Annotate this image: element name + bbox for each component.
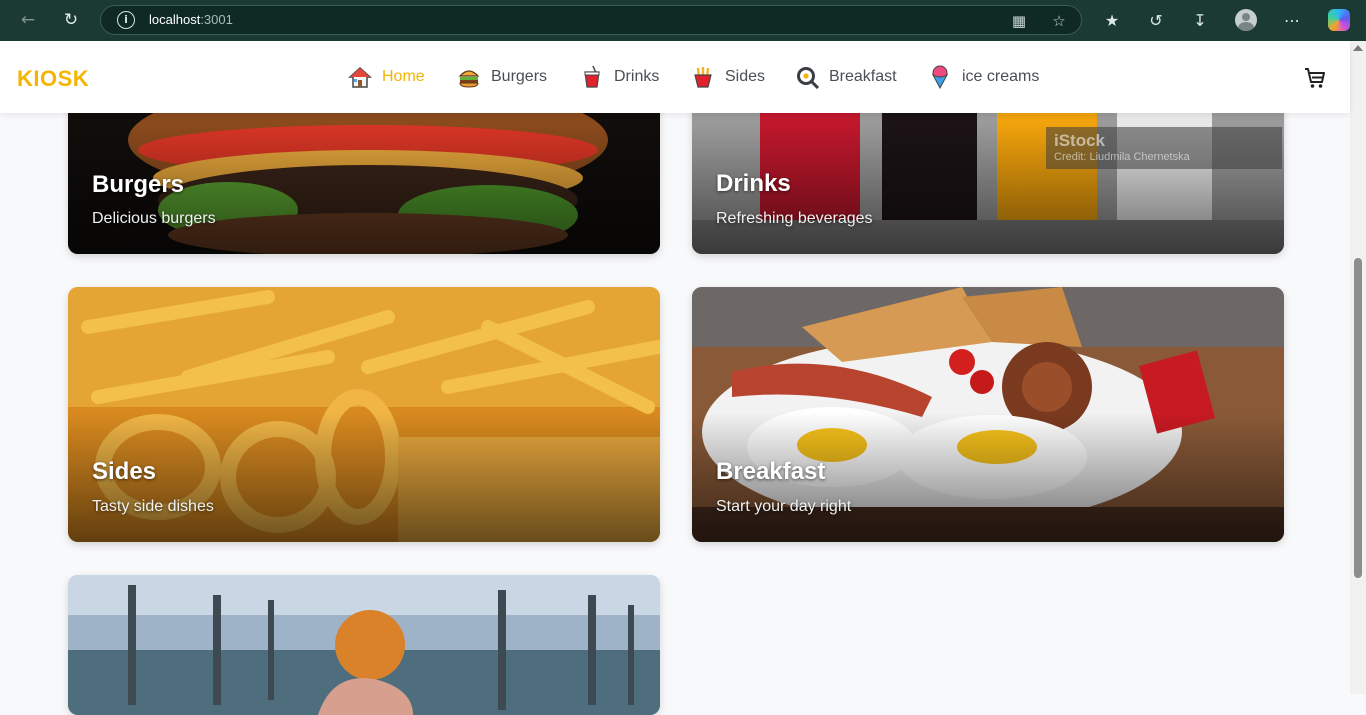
- house-icon: [348, 66, 372, 88]
- url-text[interactable]: localhost:3001: [149, 12, 233, 27]
- card-subtitle: Tasty side dishes: [92, 498, 214, 515]
- category-card-breakfast[interactable]: Breakfast Start your day right: [692, 287, 1284, 542]
- category-card-ice-creams[interactable]: [68, 575, 660, 715]
- favorites-icon[interactable]: ★: [1101, 10, 1123, 32]
- downloads-icon[interactable]: ↧: [1189, 10, 1211, 32]
- card-overlay: [68, 412, 660, 542]
- stock-watermark: iStock Credit: Liudmila Chernetska: [1046, 127, 1282, 169]
- history-icon[interactable]: ↺: [1145, 10, 1167, 32]
- scroll-up-arrow-icon[interactable]: [1353, 45, 1363, 51]
- back-arrow-icon[interactable]: ←: [18, 10, 38, 30]
- browser-toolbar: ← ↻ i localhost:3001 ▦ ☆ ★ ↺ ↧ ⋯: [0, 0, 1366, 41]
- nav-item-ice-creams[interactable]: ice creams: [928, 64, 1039, 90]
- burger-icon: [458, 70, 480, 88]
- card-subtitle: Delicious burgers: [92, 210, 216, 227]
- nav-label: Breakfast: [829, 68, 897, 85]
- nav-item-breakfast[interactable]: Breakfast: [795, 64, 897, 90]
- reload-icon[interactable]: ↻: [61, 10, 81, 30]
- address-bar[interactable]: i localhost:3001 ▦ ☆: [100, 5, 1082, 35]
- copilot-icon[interactable]: [1328, 9, 1350, 31]
- nav-label: Burgers: [491, 68, 548, 85]
- card-title: Breakfast: [716, 458, 826, 485]
- app-header: KIOSK Home Burgers Drinks Sides Breakfas…: [0, 41, 1350, 113]
- nav-label: Sides: [725, 68, 766, 85]
- nav-item-sides[interactable]: Sides: [691, 64, 765, 90]
- nav-label: ice creams: [962, 68, 1040, 85]
- drink-cup-icon: [584, 65, 600, 88]
- favorite-star-icon[interactable]: ☆: [1049, 11, 1069, 31]
- category-card-sides[interactable]: Sides Tasty side dishes: [68, 287, 660, 542]
- nav-item-burgers[interactable]: Burgers: [457, 64, 547, 90]
- card-subtitle: Start your day right: [716, 498, 852, 515]
- card-title: Burgers: [92, 171, 185, 198]
- kiosk-logo[interactable]: KIOSK: [17, 66, 89, 92]
- card-title: Sides: [92, 458, 157, 485]
- cart-icon[interactable]: [1303, 66, 1327, 90]
- scrollbar-thumb[interactable]: [1354, 258, 1362, 578]
- nav-item-home[interactable]: Home: [348, 64, 425, 90]
- more-menu-icon[interactable]: ⋯: [1281, 10, 1303, 32]
- profile-avatar[interactable]: [1235, 9, 1257, 31]
- ice-cream-photo: [68, 575, 660, 715]
- frying-pan-icon: [797, 67, 819, 89]
- ice-cream-icon: [931, 65, 949, 89]
- nav-label: Drinks: [614, 68, 660, 85]
- nav-label: Home: [382, 68, 425, 85]
- fries-icon: [694, 67, 712, 88]
- nav-item-drinks[interactable]: Drinks: [580, 64, 659, 90]
- card-subtitle: Refreshing beverages: [716, 210, 873, 227]
- card-title: Drinks: [716, 170, 791, 197]
- app-available-icon[interactable]: ▦: [1009, 11, 1029, 31]
- site-info-icon[interactable]: i: [117, 11, 135, 29]
